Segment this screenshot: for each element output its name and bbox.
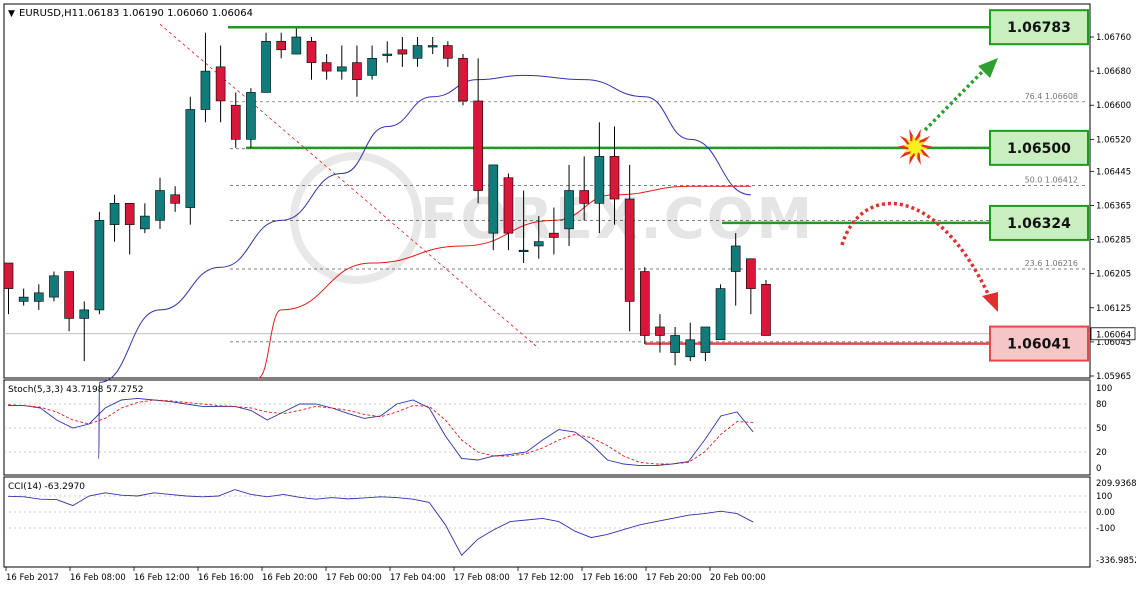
fib-label-1: 50.0 1.06412 [1025, 175, 1078, 184]
stoch-tick-0: 100 [1096, 384, 1112, 394]
candle-body-0 [3, 262, 14, 289]
header-ohlc: 1.06183 1.06190 1.06060 1.06064 [78, 8, 253, 19]
cci-label: CCI(14) -63.2970 [8, 482, 85, 492]
price-tick-label-0: 1.06760 [1096, 33, 1131, 43]
candle-body-39 [594, 156, 605, 204]
stoch-tick-1: 80 [1096, 400, 1107, 410]
candle-body-35 [533, 241, 544, 247]
candle-body-34 [518, 249, 529, 253]
header-symbol: EURUSD,H1 [19, 8, 78, 19]
price-tick-label-2: 1.06600 [1096, 101, 1131, 111]
time-tick-label-3: 16 Feb 16:00 [198, 573, 254, 583]
current-price-label: 1.06064 [1096, 330, 1131, 340]
candle-body-15 [230, 104, 241, 140]
candle-body-28 [427, 45, 438, 48]
key-level-label-2: 1.06324 [1007, 216, 1071, 232]
candle-body-4 [64, 271, 74, 319]
candle-body-27 [412, 45, 423, 59]
candle-body-22 [336, 66, 347, 72]
candle-body-48 [730, 245, 741, 272]
candle-body-29 [443, 45, 453, 59]
fib-label-0: 76.4 1.06608 [1025, 92, 1078, 101]
candle-body-20 [306, 40, 317, 63]
candle-body-37 [564, 190, 574, 230]
candle-body-13 [200, 70, 211, 110]
candle-body-16 [246, 92, 256, 140]
candle-body-40 [609, 156, 620, 200]
time-tick-label-7: 17 Feb 08:00 [454, 573, 510, 583]
candle-body-7 [109, 203, 120, 225]
candle-body-12 [185, 109, 196, 208]
price-tick-label-7: 1.06205 [1096, 270, 1131, 280]
cci-tick-3: -100 [1096, 524, 1115, 534]
cci-tick-0: 209.9368 [1096, 479, 1136, 489]
candle-body-10 [155, 190, 165, 221]
time-tick-label-0: 16 Feb 2017 [6, 573, 59, 583]
time-tick-label-11: 20 Feb 00:00 [710, 573, 766, 583]
cci-tick-4: -336.9852 [1096, 556, 1136, 566]
candle-body-1 [18, 296, 29, 302]
candle-body-47 [715, 288, 726, 341]
candle-body-11 [170, 194, 180, 204]
time-tick-label-10: 17 Feb 20:00 [646, 573, 702, 583]
candle-body-19 [291, 36, 302, 55]
candle-body-30 [458, 58, 468, 102]
stoch-label: Stoch(5,3,3) 43.7198 57.2752 [8, 385, 143, 395]
key-level-label-0: 1.06783 [1007, 20, 1071, 36]
candle-body-36 [549, 232, 559, 238]
candle-body-33 [503, 177, 514, 234]
candle-body-38 [579, 190, 590, 204]
cci-tick-2: 0.00 [1096, 508, 1115, 518]
candle-body-45 [685, 339, 696, 358]
candle-body-24 [367, 58, 377, 76]
time-tick-label-6: 17 Feb 04:00 [390, 573, 446, 583]
candle-body-18 [276, 40, 287, 51]
header-arrow: ▼ [8, 9, 15, 19]
candle-body-32 [488, 164, 499, 234]
candle-body-31 [473, 100, 483, 191]
cci-tick-1: 100 [1096, 492, 1112, 502]
stoch-tick-4: 0 [1096, 464, 1101, 474]
key-level-label-1: 1.06500 [1007, 141, 1071, 157]
candle-body-21 [321, 62, 332, 72]
candle-body-50 [761, 284, 771, 336]
candle-body-25 [382, 53, 393, 56]
time-tick-label-1: 16 Feb 08:00 [70, 573, 126, 583]
price-tick-label-3: 1.06520 [1096, 135, 1131, 145]
stoch-tick-3: 20 [1096, 448, 1107, 458]
candle-body-14 [215, 66, 226, 102]
time-tick-label-4: 16 Feb 20:00 [262, 573, 318, 583]
key-level-label-3: 1.06041 [1007, 337, 1071, 353]
eurusd-chart: FOREX.COM ▼ EURUSD,H1 1.06183 1.06190 1.… [0, 0, 1136, 588]
candle-body-3 [49, 275, 59, 298]
candle-body-49 [746, 258, 756, 289]
candle-body-6 [94, 220, 105, 311]
candle-body-26 [397, 49, 408, 55]
candle-body-8 [124, 203, 135, 225]
candle-body-2 [33, 292, 44, 302]
price-tick-label-10: 1.05965 [1096, 372, 1131, 382]
candle-body-17 [261, 40, 271, 93]
candle-body-5 [79, 309, 90, 319]
candle-body-9 [140, 215, 150, 230]
time-tick-label-9: 17 Feb 16:00 [582, 573, 638, 583]
candle-body-46 [700, 326, 711, 353]
stoch-tick-2: 50 [1096, 424, 1107, 434]
candle-body-42 [639, 271, 650, 336]
price-tick-label-1: 1.06680 [1096, 67, 1131, 77]
price-tick-label-5: 1.06365 [1096, 201, 1131, 211]
time-tick-label-5: 17 Feb 00:00 [326, 573, 382, 583]
price-tick-label-6: 1.06285 [1096, 236, 1131, 246]
candle-body-23 [352, 62, 362, 80]
time-tick-label-8: 17 Feb 12:00 [518, 573, 574, 583]
fib-label-2: 23.6 1.06216 [1025, 259, 1078, 268]
time-tick-label-2: 16 Feb 12:00 [134, 573, 190, 583]
price-tick-label-4: 1.06445 [1096, 167, 1131, 177]
price-tick-label-8: 1.06125 [1096, 304, 1131, 314]
candle-body-43 [655, 326, 665, 336]
candle-body-44 [670, 335, 680, 353]
chart-root: FOREX.COM ▼ EURUSD,H1 1.06183 1.06190 1.… [0, 0, 1136, 588]
candle-body-41 [624, 198, 635, 302]
